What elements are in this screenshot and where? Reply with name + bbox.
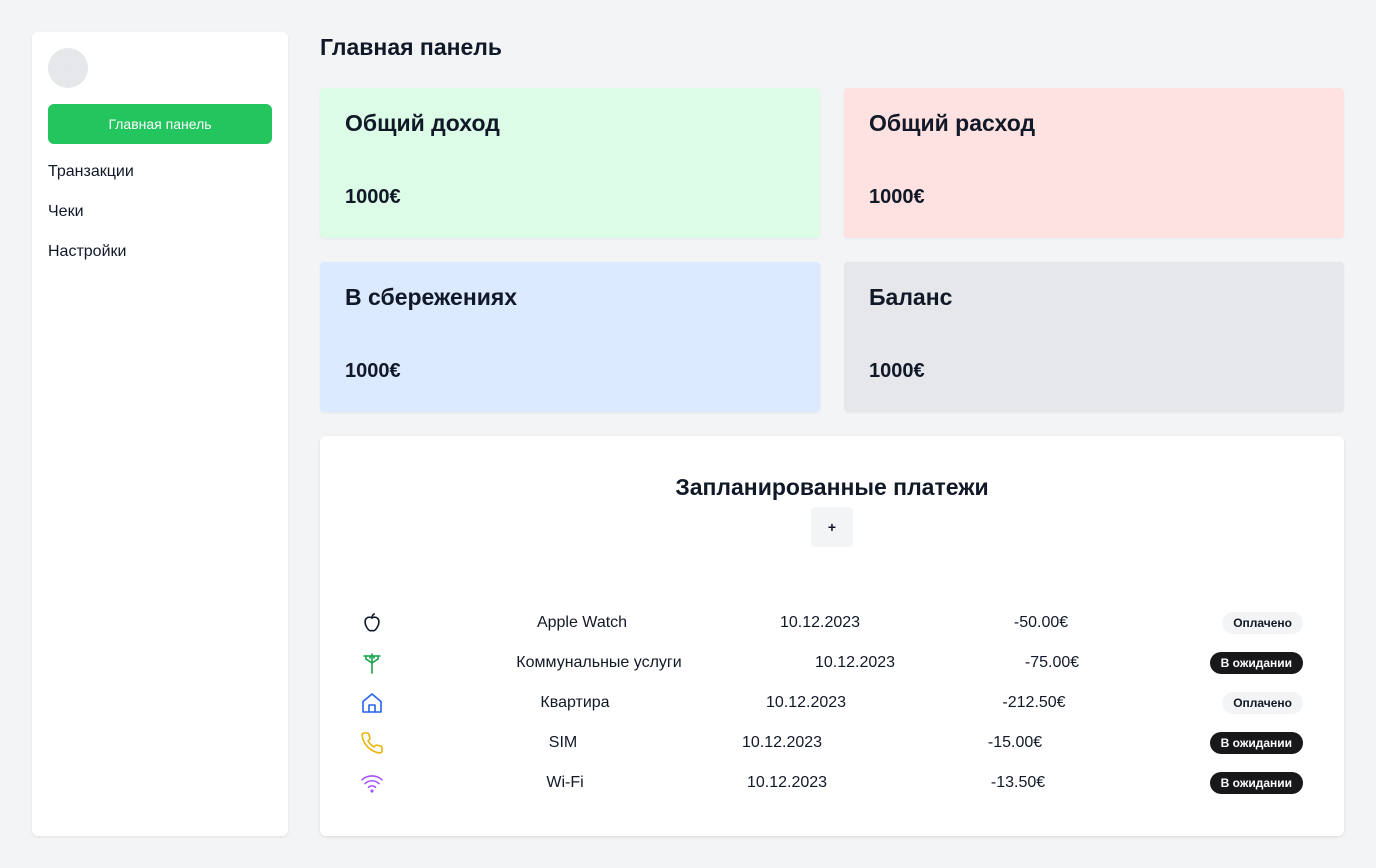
savings-card-title: В сбережениях (345, 284, 518, 310)
payment-amount: -75.00€ (1024, 654, 1080, 671)
payment-date: 10.12.2023 (765, 694, 847, 711)
sidebar: · Главная панель Транзакции Чеки Настрой… (32, 32, 288, 836)
wifi-icon (361, 775, 383, 793)
balance-card-value: 1000€ (869, 360, 925, 382)
payment-amount: -212.50€ (1002, 694, 1066, 711)
savings-card-value: 1000€ (345, 360, 401, 382)
payment-name: SIM (548, 734, 578, 751)
sidebar-item-settings[interactable]: Настройки (48, 232, 272, 272)
payment-date: 10.12.2023 (746, 774, 828, 791)
payment-row[interactable]: Wi-Fi 10.12.2023 -13.50€ В ожидании (320, 763, 1344, 803)
payment-row[interactable]: Apple Watch 10.12.2023 -50.00€ Оплачено (320, 603, 1344, 643)
payment-amount: -50.00€ (1013, 614, 1069, 631)
scheduled-payments-panel: Запланированные платежи + Apple Watch 10… (320, 436, 1344, 836)
expense-card-value: 1000€ (869, 186, 925, 208)
status-badge: В ожидании (1209, 732, 1303, 754)
house-icon (362, 693, 382, 713)
payment-date: 10.12.2023 (741, 734, 823, 751)
savings-card: В сбережениях 1000€ (320, 262, 820, 412)
phone-icon (361, 732, 383, 754)
page-title: Главная панель (320, 34, 503, 60)
payment-row[interactable]: Квартира 10.12.2023 -212.50€ Оплачено (320, 683, 1344, 723)
utility-pole-icon (363, 653, 381, 674)
payment-amount: -15.00€ (987, 734, 1043, 751)
balance-card-title: Баланс (869, 284, 953, 310)
payment-name: Apple Watch (536, 614, 628, 631)
payment-row[interactable]: SIM 10.12.2023 -15.00€ В ожидании (320, 723, 1344, 763)
status-badge: В ожидании (1209, 652, 1303, 674)
payment-date: 10.12.2023 (814, 654, 896, 671)
sidebar-item-receipts[interactable]: Чеки (48, 192, 272, 232)
payment-row[interactable]: Коммунальные услуги 10.12.2023 -75.00€ В… (320, 643, 1344, 683)
income-card-title: Общий доход (345, 110, 500, 136)
expense-card-title: Общий расход (869, 110, 1036, 136)
sidebar-item-dashboard[interactable]: Главная панель (48, 104, 272, 144)
sidebar-nav: Транзакции Чеки Настройки (48, 152, 272, 272)
expense-card: Общий расход 1000€ (844, 88, 1344, 238)
payment-name: Квартира (540, 694, 610, 711)
scheduled-payments-title: Запланированные платежи (675, 474, 989, 500)
avatar[interactable]: · (48, 48, 88, 88)
status-badge: В ожидании (1209, 772, 1303, 794)
income-card-value: 1000€ (345, 186, 401, 208)
payment-amount: -13.50€ (990, 774, 1046, 791)
apple-icon (364, 613, 380, 632)
add-payment-button[interactable]: + (811, 507, 853, 547)
status-badge: Оплачено (1222, 692, 1303, 714)
payment-date: 10.12.2023 (779, 614, 861, 631)
income-card: Общий доход 1000€ (320, 88, 820, 238)
payment-name: Wi-Fi (546, 774, 584, 791)
payment-name: Коммунальные услуги (516, 654, 682, 671)
balance-card: Баланс 1000€ (844, 262, 1344, 412)
sidebar-item-transactions[interactable]: Транзакции (48, 152, 272, 192)
status-badge: Оплачено (1222, 612, 1303, 634)
